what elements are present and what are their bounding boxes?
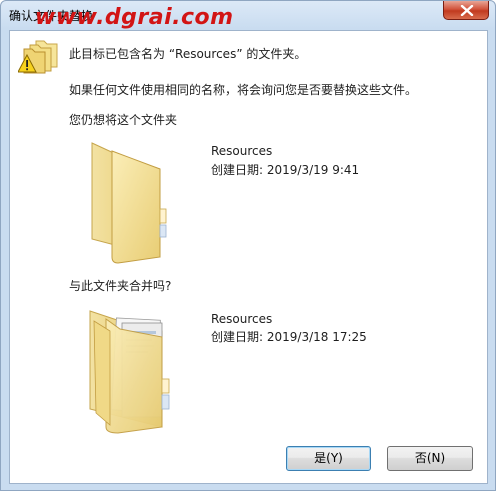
dialog-content: 此目标已包含名为 “Resources” 的文件夹。 如果任何文件使用相同的名称… <box>9 30 488 484</box>
warning-folder-icon <box>18 40 58 74</box>
empty-folder-icon <box>91 142 167 264</box>
watermark-text: www.dgrai.com <box>35 5 234 30</box>
full-folder-icon <box>89 310 170 434</box>
message-line-2: 如果任何文件使用相同的名称，将会询问您是否要替换这些文件。 <box>69 83 418 97</box>
keep-folder-prompt: 您仍想将这个文件夹 <box>69 113 178 127</box>
merge-prompt: 与此文件夹合并吗? <box>69 279 172 293</box>
title-bar[interactable]: 确认文件夹替换 www.dgrai.com <box>1 1 495 30</box>
close-button[interactable] <box>443 1 489 20</box>
existing-folder-created: 创建日期: 2019/3/19 9:41 <box>211 163 360 177</box>
no-button[interactable]: 否(N) <box>387 446 473 471</box>
close-icon <box>460 5 474 16</box>
message-line-1: 此目标已包含名为 “Resources” 的文件夹。 <box>69 47 307 61</box>
existing-folder-name: Resources <box>211 144 273 158</box>
confirm-folder-replace-dialog: 确认文件夹替换 www.dgrai.com 此目标已包含名为 “Resource… <box>0 0 496 491</box>
yes-button[interactable]: 是(Y) <box>286 446 371 471</box>
incoming-folder-created: 创建日期: 2019/3/18 17:25 <box>211 330 367 344</box>
incoming-folder-name: Resources <box>211 312 273 326</box>
